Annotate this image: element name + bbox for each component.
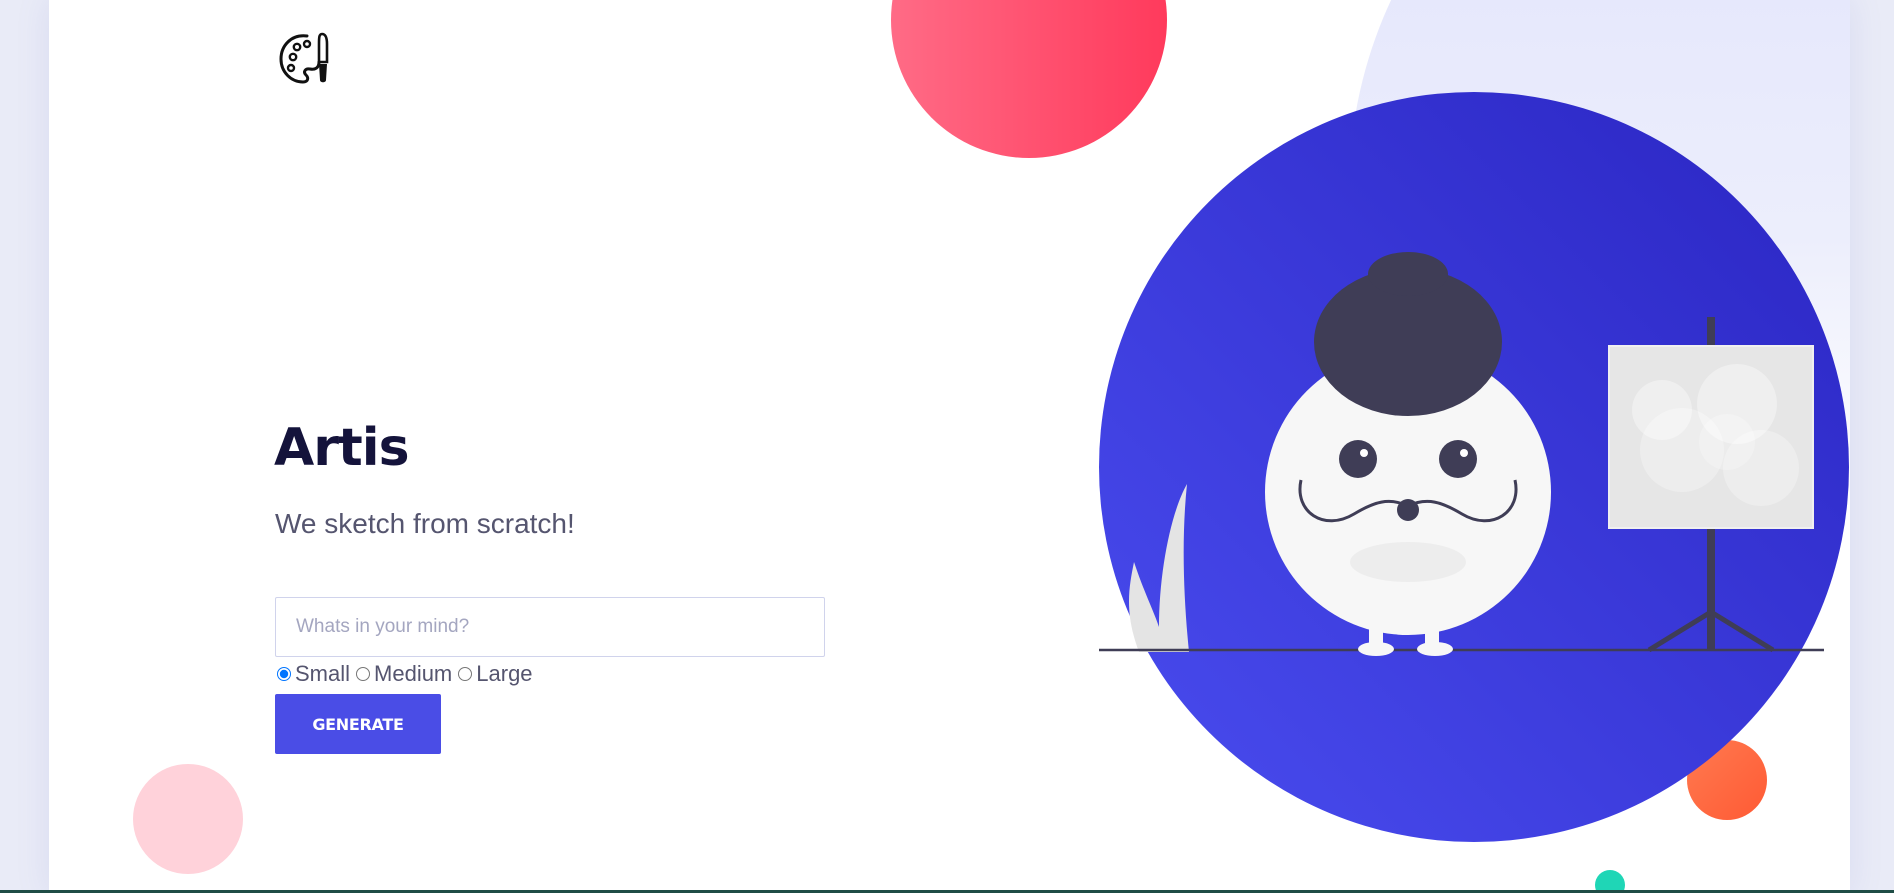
size-label-small: Small (295, 661, 351, 686)
generate-button[interactable]: GENERATE (275, 694, 441, 754)
size-label-medium: Medium (374, 661, 453, 686)
size-label-large: Large (476, 661, 533, 686)
size-option-large[interactable]: Large (456, 661, 533, 687)
palette-brush-icon[interactable] (277, 28, 335, 88)
page-background: Artis We sketch from scratch! Small Medi… (49, 0, 1850, 893)
size-radio-small[interactable] (277, 667, 291, 681)
hero-title: Artis (274, 418, 410, 478)
size-radio-large[interactable] (458, 667, 473, 681)
hero-subtitle: We sketch from scratch! (275, 508, 575, 539)
artist-illustration (1099, 92, 1849, 842)
prompt-input[interactable] (275, 597, 825, 657)
size-radio-group: Small Medium Large (275, 661, 537, 687)
size-radio-medium[interactable] (356, 667, 371, 681)
size-option-small[interactable]: Small (275, 661, 350, 687)
size-option-medium[interactable]: Medium (354, 661, 452, 687)
decorative-pink-circle (133, 764, 243, 874)
